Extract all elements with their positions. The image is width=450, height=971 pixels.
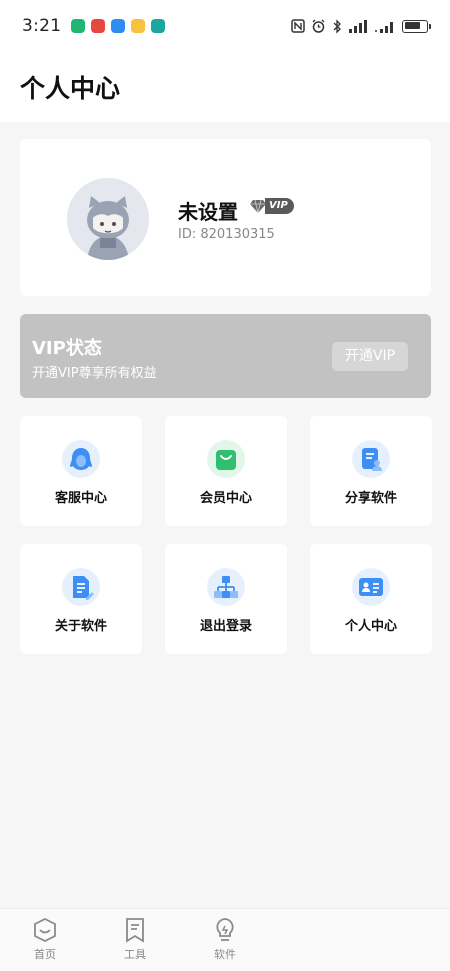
- avatar[interactable]: [67, 178, 149, 260]
- avatar-cat-icon: [67, 178, 149, 260]
- tile-label: 退出登录: [199, 619, 252, 634]
- personal-card-icon: [352, 568, 390, 606]
- status-bar: 3:21: [0, 0, 450, 52]
- tile-label: 关于软件: [54, 619, 107, 634]
- tile-personal-center[interactable]: 个人中心: [310, 544, 432, 654]
- nfc-icon: [291, 19, 305, 33]
- vip-status-subtitle: 开通VIP尊享所有权益: [32, 366, 157, 381]
- vip-status-card: VIP状态 开通VIP尊享所有权益 开通VIP: [20, 314, 431, 398]
- tile-customer-service[interactable]: 客服中心: [20, 416, 142, 526]
- tile-membership-center[interactable]: 会员中心: [165, 416, 287, 526]
- app-green-icon: [71, 19, 86, 33]
- tile-label: 个人中心: [344, 619, 397, 634]
- screen: 3:21 个人中心 未设置 VIP ID: 820130315 VIP状态 开通…: [0, 0, 450, 971]
- profile-card[interactable]: 未设置 VIP ID: 820130315: [20, 139, 431, 296]
- tile-label: 会员中心: [199, 491, 252, 506]
- status-time: 3:21: [22, 16, 62, 36]
- vip-status-title: VIP状态: [32, 338, 102, 359]
- open-vip-button[interactable]: 开通VIP: [332, 342, 408, 371]
- app-meituan-icon: [131, 19, 146, 33]
- nav-item-software[interactable]: 软件: [200, 917, 250, 962]
- wifi-signal-icon: [375, 21, 393, 33]
- notification-icons: [71, 19, 166, 33]
- app-red-icon: [91, 19, 106, 33]
- tile-about-software[interactable]: 关于软件: [20, 544, 142, 654]
- tile-share-software[interactable]: 分享软件: [310, 416, 432, 526]
- vip-badge-label: VIP: [265, 198, 294, 214]
- app-blue-cloud-icon: [111, 19, 126, 33]
- bluetooth-icon: [333, 18, 341, 34]
- customer-service-icon: [62, 440, 100, 478]
- nav-label: 软件: [214, 948, 236, 961]
- home-smile-icon: [34, 917, 56, 943]
- nav-label: 首页: [34, 948, 56, 961]
- app-teal-icon: [151, 19, 166, 33]
- page-header: 个人中心: [0, 52, 450, 122]
- about-document-icon: [62, 568, 100, 606]
- logout-sitemap-icon: [207, 568, 245, 606]
- tile-label: 客服中心: [54, 491, 107, 506]
- nav-item-tools[interactable]: 工具: [110, 917, 160, 962]
- nav-item-home[interactable]: 首页: [20, 917, 70, 962]
- tools-bookmark-icon: [126, 918, 144, 943]
- alarm-icon: [312, 19, 325, 33]
- status-indicators: [291, 18, 431, 34]
- battery-icon: [402, 19, 431, 33]
- profile-id: ID: 820130315: [178, 227, 275, 242]
- software-lightbulb-icon: [216, 918, 234, 941]
- tile-label: 分享软件: [344, 491, 397, 506]
- membership-bag-icon: [207, 440, 245, 478]
- share-software-icon: [352, 440, 390, 478]
- nav-label: 工具: [124, 948, 146, 961]
- profile-name: 未设置: [178, 200, 238, 224]
- tile-logout[interactable]: 退出登录: [165, 544, 287, 654]
- signal-icon: [349, 19, 367, 33]
- bottom-nav: 首页 工具 软件: [0, 908, 450, 971]
- page-title: 个人中心: [20, 74, 121, 103]
- vip-badge: VIP: [249, 198, 294, 214]
